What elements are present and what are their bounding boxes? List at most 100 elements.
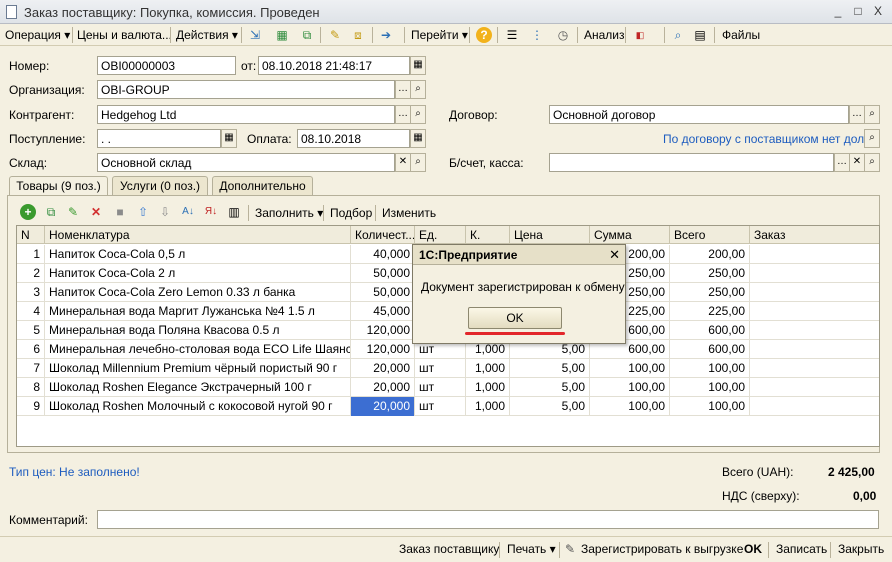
select-ellipsis-button[interactable]: … xyxy=(849,105,865,124)
debt-search-icon[interactable]: ⌕ xyxy=(864,129,880,148)
tab-services[interactable]: Услуги (0 поз.) xyxy=(112,176,208,195)
open-search-icon[interactable]: ⌕ xyxy=(864,153,880,172)
table-cell-name[interactable]: Минеральная вода Поляна Квасова 0.5 л xyxy=(45,321,351,340)
table-cell-k[interactable]: 1,000 xyxy=(466,359,510,378)
operation-menu[interactable]: Операция ▾ xyxy=(5,28,70,42)
search-icon[interactable]: ⌕ xyxy=(670,27,686,43)
table-cell-total[interactable]: 200,00 xyxy=(670,245,750,264)
table-cell-name[interactable]: Напиток Coca-Cola 0,5 л xyxy=(45,245,351,264)
table-cell-unit[interactable]: шт xyxy=(415,359,466,378)
table-cell-order[interactable] xyxy=(750,264,879,283)
table-cell-price[interactable]: 5,00 xyxy=(510,397,590,416)
report-icon[interactable]: ◧ xyxy=(632,27,648,43)
copy-row-icon[interactable]: ⧉ xyxy=(43,204,59,220)
table-cell-name[interactable]: Минеральная лечебно-столовая вода ECO Li… xyxy=(45,340,351,359)
organization-field[interactable]: OBI-GROUP xyxy=(97,80,395,99)
table-cell-n[interactable]: 6 xyxy=(17,340,45,359)
pick-button[interactable]: Подбор xyxy=(330,206,372,220)
table-cell-total[interactable]: 100,00 xyxy=(670,359,750,378)
actions-menu[interactable]: Действия ▾ xyxy=(176,28,238,42)
table-cell-order[interactable] xyxy=(750,397,879,416)
ok-button[interactable]: OK xyxy=(744,542,762,556)
add-row-icon[interactable]: + xyxy=(20,204,36,220)
table-cell-total[interactable]: 600,00 xyxy=(670,321,750,340)
table-cell-qty[interactable]: 40,000 xyxy=(351,245,415,264)
table-cell-total[interactable]: 600,00 xyxy=(670,340,750,359)
table-cell-order[interactable] xyxy=(750,378,879,397)
tab-additional[interactable]: Дополнительно xyxy=(212,176,313,195)
table-cell-name[interactable]: Напиток Coca-Cola 2 л xyxy=(45,264,351,283)
table-cell-order[interactable] xyxy=(750,302,879,321)
column-header[interactable]: Всего xyxy=(670,226,750,244)
save-button[interactable]: Записать xyxy=(776,542,827,556)
settings-list-icon[interactable]: ⋮ xyxy=(529,27,545,43)
table-row[interactable]: 8 Шоколад Roshen Elegance Экстрачерный 10… xyxy=(17,378,879,397)
table-cell-total[interactable]: 250,00 xyxy=(670,283,750,302)
sort-asc-icon[interactable]: A↓ xyxy=(180,204,196,220)
table-cell-n[interactable]: 9 xyxy=(17,397,45,416)
column-header[interactable]: Номенклатура xyxy=(45,226,351,244)
analysis-button[interactable]: Анализ xyxy=(584,28,625,42)
fill-menu[interactable]: Заполнить ▾ xyxy=(255,206,323,220)
move-up-icon[interactable]: ⇧ xyxy=(135,204,151,220)
table-cell-order[interactable] xyxy=(750,340,879,359)
table-cell-total[interactable]: 225,00 xyxy=(670,302,750,321)
select-ellipsis-button[interactable]: … xyxy=(834,153,850,172)
open-search-icon[interactable]: ⌕ xyxy=(410,153,426,172)
post-document-icon[interactable]: ⇲ xyxy=(247,27,263,43)
open-search-icon[interactable]: ⌕ xyxy=(410,105,426,124)
dialog-close-icon[interactable]: ✕ xyxy=(609,247,620,263)
document-list-icon[interactable]: ▤ xyxy=(692,27,708,43)
table-cell-n[interactable]: 1 xyxy=(17,245,45,264)
open-search-icon[interactable]: ⌕ xyxy=(864,105,880,124)
table-cell-total[interactable]: 250,00 xyxy=(670,264,750,283)
table-cell-name[interactable]: Напиток Coca-Cola Zero Lemon 0.33 л банк… xyxy=(45,283,351,302)
goto-arrow-icon[interactable]: ➔ xyxy=(378,27,394,43)
table-cell-n[interactable]: 7 xyxy=(17,359,45,378)
prices-currency-button[interactable]: Цены и валюта... xyxy=(77,28,172,42)
delete-row-icon[interactable]: ✕ xyxy=(88,204,104,220)
comment-field[interactable] xyxy=(97,510,879,529)
create-based-icon[interactable]: ✎ xyxy=(327,27,343,43)
table-row[interactable]: 9 Шоколад Roshen Молочный с кокосовой нуг… xyxy=(17,397,879,416)
select-ellipsis-button[interactable]: … xyxy=(395,80,411,99)
calendar-icon[interactable]: ▦ xyxy=(410,56,426,75)
column-header[interactable]: Сумма xyxy=(590,226,670,244)
table-cell-name[interactable]: Шоколад Roshen Elegance Экстрачерный 100… xyxy=(45,378,351,397)
receipt-date-field[interactable]: . . xyxy=(97,129,221,148)
table-cell-order[interactable] xyxy=(750,283,879,302)
table-cell-sum[interactable]: 100,00 xyxy=(590,378,670,397)
history-clock-icon[interactable]: ◷ xyxy=(555,27,571,43)
copy-document-icon[interactable]: ⧉ xyxy=(299,27,315,43)
help-icon[interactable]: ? xyxy=(476,27,492,43)
show-movements-icon[interactable]: ▦ xyxy=(274,27,290,43)
table-cell-k[interactable]: 1,000 xyxy=(466,397,510,416)
table-cell-k[interactable]: 1,000 xyxy=(466,378,510,397)
clear-icon[interactable]: ✕ xyxy=(395,153,411,172)
tab-goods[interactable]: Товары (9 поз.) xyxy=(9,176,108,196)
sort-desc-icon[interactable]: Я↓ xyxy=(203,204,219,220)
table-cell-n[interactable]: 4 xyxy=(17,302,45,321)
table-cell-sum[interactable]: 100,00 xyxy=(590,359,670,378)
table-cell-sum[interactable]: 100,00 xyxy=(590,397,670,416)
debt-status-link[interactable]: По договору с поставщиком нет долга xyxy=(663,132,875,146)
select-ellipsis-button[interactable]: … xyxy=(395,105,411,124)
move-down-icon[interactable]: ⇩ xyxy=(157,204,173,220)
list-view-icon[interactable]: ☰ xyxy=(504,27,520,43)
table-cell-qty[interactable]: 120,000 xyxy=(351,321,415,340)
column-header[interactable]: Заказ xyxy=(750,226,879,244)
table-cell-name[interactable]: Шоколад Millennium Premium чёрный порист… xyxy=(45,359,351,378)
table-cell-n[interactable]: 2 xyxy=(17,264,45,283)
save-icon[interactable]: ■ xyxy=(112,204,128,220)
files-button[interactable]: Файлы xyxy=(722,28,760,42)
table-cell-total[interactable]: 100,00 xyxy=(670,378,750,397)
table-cell-total[interactable]: 100,00 xyxy=(670,397,750,416)
table-cell-qty[interactable]: 45,000 xyxy=(351,302,415,321)
structure-icon[interactable]: ⧈ xyxy=(350,27,366,43)
table-cell-qty[interactable]: 50,000 xyxy=(351,264,415,283)
table-cell-n[interactable]: 3 xyxy=(17,283,45,302)
table-cell-price[interactable]: 5,00 xyxy=(510,378,590,397)
table-cell-qty[interactable]: 120,000 xyxy=(351,340,415,359)
payment-date-field[interactable]: 08.10.2018 xyxy=(297,129,410,148)
register-export-button[interactable]: Зарегистрировать к выгрузке xyxy=(581,542,743,556)
